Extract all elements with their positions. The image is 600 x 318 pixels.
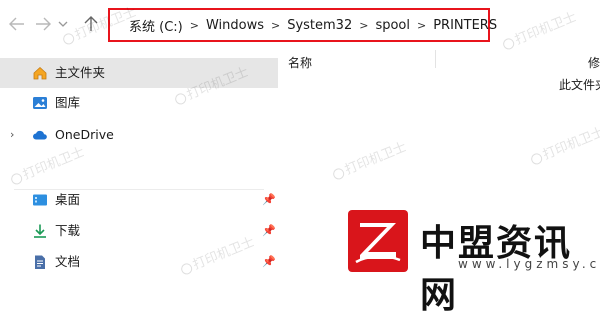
document-icon — [35, 255, 45, 269]
sidebar-item-desktop[interactable]: 桌面 📌 — [0, 185, 278, 215]
download-icon — [34, 224, 46, 238]
sidebar-item-label: 下载 — [55, 223, 81, 238]
site-logo: 中盟资讯网 www.lygzmsy.com — [340, 206, 600, 316]
empty-folder-message: 此文件夹 — [559, 78, 600, 92]
breadcrumb-separator[interactable]: > — [271, 19, 280, 32]
sidebar-item-gallery[interactable]: 图库 — [0, 88, 278, 118]
sidebar-item-label: 主文件夹 — [55, 65, 106, 80]
desktop-icon — [33, 194, 47, 206]
back-button[interactable] — [6, 10, 28, 38]
cloud-icon — [33, 130, 47, 140]
sidebar-item-label: 图库 — [55, 95, 81, 110]
pin-icon[interactable]: 📌 — [262, 255, 276, 268]
sidebar-item-onedrive[interactable]: › OneDrive — [0, 120, 278, 150]
pin-icon[interactable]: 📌 — [262, 193, 276, 206]
breadcrumb-spool[interactable]: spool — [375, 18, 410, 33]
arrow-left-icon — [9, 17, 24, 31]
sidebar-item-label: 文档 — [55, 254, 81, 269]
forward-button[interactable] — [32, 10, 54, 38]
logo-url: www.lygzmsy.com — [458, 257, 600, 271]
breadcrumb-separator[interactable]: > — [417, 19, 426, 32]
pin-icon[interactable]: 📌 — [262, 224, 276, 237]
column-header-name[interactable]: 名称 — [288, 54, 312, 71]
sidebar-item-label: OneDrive — [55, 127, 114, 142]
breadcrumb-printers[interactable]: PRINTERS — [433, 18, 497, 33]
gallery-icon — [33, 97, 47, 109]
address-bar[interactable]: 系统 (C:) > Windows > System32 > spool > P… — [108, 8, 497, 42]
home-icon — [33, 66, 47, 80]
logo-badge-icon — [348, 210, 408, 272]
breadcrumb-separator[interactable]: > — [190, 19, 199, 32]
breadcrumb-system32[interactable]: System32 — [287, 18, 352, 33]
breadcrumb-separator[interactable]: > — [359, 19, 368, 32]
chevron-right-icon[interactable]: › — [10, 128, 14, 141]
sidebar-item-label: 桌面 — [55, 192, 81, 207]
column-divider[interactable] — [435, 50, 436, 68]
breadcrumb-windows[interactable]: Windows — [206, 18, 264, 33]
column-header-modified[interactable]: 修 — [588, 54, 600, 71]
arrow-right-icon — [36, 17, 51, 31]
